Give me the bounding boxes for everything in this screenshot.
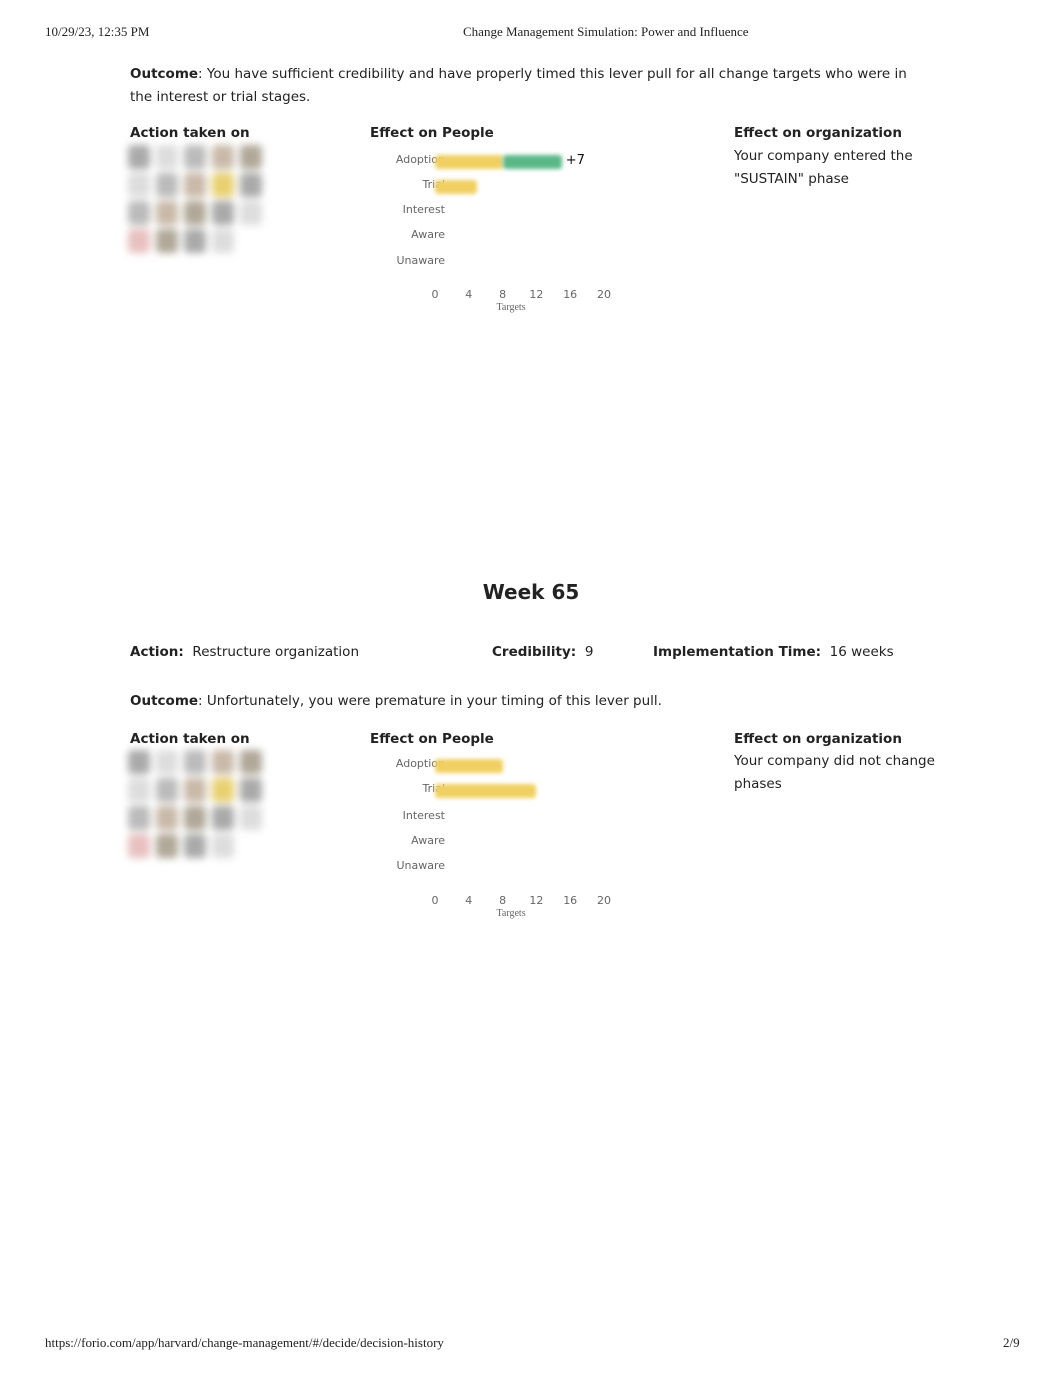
target-avatar — [212, 834, 234, 858]
page: 10/29/23, 12:35 PM Change Management Sim… — [0, 0, 1062, 1376]
action-label: Action: — [130, 644, 184, 660]
implementation-value: 16 weeks — [829, 644, 894, 660]
target-avatar — [184, 778, 206, 802]
x-axis-label: Targets — [496, 908, 526, 919]
effect-org-text: Your company entered the "SUSTAIN" phase — [734, 148, 913, 187]
target-avatar — [240, 778, 262, 802]
target-avatar — [184, 834, 206, 858]
implementation-field: Implementation Time: 16 weeks — [653, 641, 894, 664]
x-tick-label: 20 — [597, 288, 611, 301]
effect-org-heading: Effect on organization — [734, 731, 902, 747]
x-tick-label: 8 — [499, 288, 507, 301]
target-avatar — [212, 229, 234, 253]
outcome-2: Outcome: Unfortunately, you were prematu… — [130, 690, 920, 713]
target-avatar — [212, 778, 234, 802]
action-field: Action: Restructure organization — [130, 641, 359, 664]
print-url: https://forio.com/app/harvard/change-man… — [45, 1335, 444, 1350]
x-tick-label: 0 — [431, 894, 439, 907]
target-avatar — [128, 778, 150, 802]
category-label: Interest — [402, 203, 445, 216]
x-axis-label: Targets — [496, 302, 526, 313]
target-avatar — [240, 750, 262, 774]
bar-new — [502, 155, 562, 169]
effect-org-text: Your company did not change phases — [734, 753, 935, 792]
delta-label: +7 — [565, 153, 585, 168]
credibility-label: Credibility: — [492, 644, 577, 660]
target-avatar — [128, 145, 150, 169]
x-tick-label: 0 — [431, 288, 439, 301]
target-avatar — [128, 201, 150, 225]
x-tick-label: 12 — [529, 288, 544, 301]
target-avatar — [156, 806, 178, 830]
target-avatar — [184, 201, 206, 225]
x-tick-label: 8 — [499, 894, 507, 907]
target-avatar — [128, 173, 150, 197]
action-value: Restructure organization — [192, 644, 359, 660]
category-label: Interest — [402, 809, 445, 822]
target-avatar — [128, 229, 150, 253]
target-avatar — [184, 145, 206, 169]
x-tick-label: 16 — [563, 894, 578, 907]
effect-org-heading: Effect on organization — [734, 125, 902, 141]
target-avatar — [156, 778, 178, 802]
target-avatar — [156, 145, 178, 169]
print-title: Change Management Simulation: Power and … — [463, 24, 749, 39]
effect-people-heading: Effect on People — [370, 125, 494, 141]
target-avatar — [240, 173, 262, 197]
credibility-field: Credibility: 9 — [492, 641, 593, 664]
outcome-text: : You have sufficient credibility and ha… — [130, 66, 907, 105]
implementation-label: Implementation Time: — [653, 644, 822, 660]
target-avatar — [156, 229, 178, 253]
target-avatar — [184, 173, 206, 197]
outcome-label: Outcome — [130, 66, 199, 82]
effect-people-heading: Effect on People — [370, 731, 494, 747]
print-page-number: 2/9 — [1003, 1335, 1020, 1350]
target-avatar — [128, 750, 150, 774]
category-label: Aware — [411, 834, 445, 847]
x-tick-label: 12 — [529, 894, 544, 907]
bar-existing — [435, 180, 478, 194]
x-tick-label: 20 — [597, 894, 611, 907]
target-avatar — [156, 834, 178, 858]
bar-existing — [435, 155, 503, 169]
target-avatar — [212, 201, 234, 225]
category-label: Unaware — [396, 859, 445, 872]
action-taken-on-heading: Action taken on — [130, 125, 250, 141]
target-avatar — [184, 750, 206, 774]
x-tick-label: 4 — [465, 894, 473, 907]
outcome-1: Outcome: You have sufficient credibility… — [130, 63, 920, 109]
target-avatar — [240, 145, 262, 169]
week-heading: Week 65 — [482, 580, 580, 604]
target-avatar — [128, 806, 150, 830]
targets-thumbnail — [128, 750, 268, 860]
print-datetime: 10/29/23, 12:35 PM — [45, 24, 150, 39]
bar-existing — [435, 759, 503, 773]
effect-chart: Adoption +7 Trial Interest Aware Unaware 0 4 8 12… — [370, 150, 630, 340]
category-label: Aware — [411, 228, 445, 241]
target-avatar — [156, 173, 178, 197]
target-avatar — [240, 806, 262, 830]
target-avatar — [212, 806, 234, 830]
target-avatar — [212, 750, 234, 774]
bar-existing — [435, 784, 537, 798]
target-avatar — [184, 806, 206, 830]
target-avatar — [156, 201, 178, 225]
credibility-value: 9 — [584, 644, 594, 660]
targets-thumbnail — [128, 145, 268, 255]
effect-chart: Adoption Trial Interest Aware Unaware 0 4 8 12 16… — [370, 755, 630, 945]
x-tick-label: 16 — [563, 288, 578, 301]
target-avatar — [212, 173, 234, 197]
target-avatar — [156, 750, 178, 774]
outcome-text: : Unfortunately, you were premature in y… — [198, 693, 662, 709]
outcome-label: Outcome — [130, 693, 199, 709]
target-avatar — [184, 229, 206, 253]
target-avatar — [212, 145, 234, 169]
target-avatar — [128, 834, 150, 858]
category-label: Unaware — [396, 254, 445, 267]
x-tick-label: 4 — [465, 288, 473, 301]
target-avatar — [240, 201, 262, 225]
action-taken-on-heading: Action taken on — [130, 731, 250, 747]
